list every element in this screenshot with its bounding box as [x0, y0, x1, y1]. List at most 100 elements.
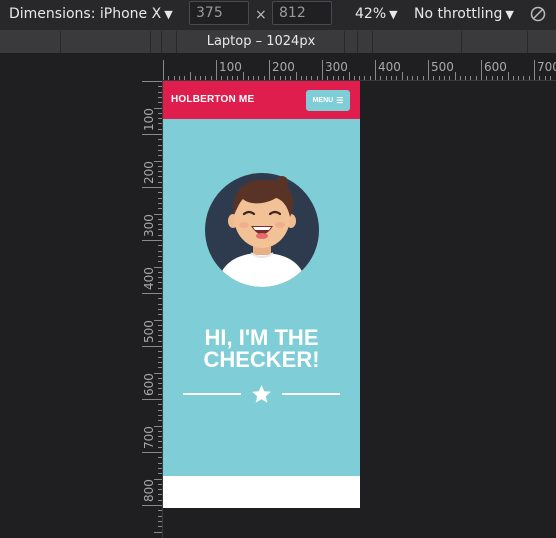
ruler-tick [158, 181, 162, 183]
ruler-tick [284, 76, 286, 80]
ruler-tick [237, 76, 239, 80]
ruler-tick [158, 208, 162, 210]
ruler-tick [412, 76, 414, 80]
media-query-bar: Laptop – 1024px [0, 31, 556, 53]
ruler-tick [343, 76, 345, 80]
ruler-tick [200, 76, 202, 80]
ruler-label: 600 [484, 60, 507, 74]
ruler-tick [454, 72, 456, 80]
ruler-tick [158, 441, 162, 443]
ruler-tick [142, 505, 162, 506]
ruler-tick [158, 303, 162, 305]
star-icon [252, 385, 271, 403]
ruler-tick [221, 76, 223, 80]
ruler-tick [158, 489, 162, 491]
device-toolbar: Dimensions: iPhone X ▼ 375 × 812 42% ▼ No … [0, 0, 556, 31]
ruler-tick [205, 76, 207, 80]
ruler-tick [327, 76, 329, 80]
horizontal-ruler: 100 200 300 400 500 600 700 [162, 58, 556, 81]
ruler-tick [364, 76, 366, 80]
ruler-tick [216, 60, 217, 80]
media-query-segment[interactable] [358, 31, 373, 53]
ruler-tick [158, 271, 162, 273]
disable-icon[interactable] [530, 6, 546, 22]
ruler-tick [158, 430, 162, 432]
media-query-segment[interactable] [345, 31, 358, 53]
ruler-tick [178, 76, 180, 80]
ruler-tick [528, 76, 530, 80]
ruler-tick [158, 330, 162, 332]
site-header: HOLBERTON ME MENU ☰ [163, 81, 360, 119]
ruler-tick [158, 420, 162, 422]
height-input[interactable]: 812 [272, 1, 332, 25]
ruler-label: 700 [142, 426, 156, 449]
media-query-segment[interactable] [373, 31, 462, 53]
media-query-segment[interactable] [0, 31, 61, 53]
ruler-tick [158, 282, 162, 284]
ruler-tick [380, 76, 382, 80]
ruler-tick [158, 510, 162, 512]
ruler-tick [322, 60, 323, 80]
throttling-select[interactable]: No throttling ▼ [414, 6, 514, 22]
zoom-select[interactable]: 42% ▼ [355, 6, 398, 22]
ruler-tick [158, 123, 162, 125]
ruler-tick [486, 76, 488, 80]
times-icon: × [255, 7, 267, 23]
media-query-segment[interactable] [528, 31, 556, 53]
ruler-label: 700 [537, 60, 556, 74]
zoom-select-label: 42% [355, 6, 387, 22]
ruler-tick [158, 377, 162, 379]
menu-button[interactable]: MENU ☰ [306, 90, 350, 111]
ruler-tick [158, 234, 162, 236]
ruler-tick [449, 76, 451, 80]
ruler-tick [158, 356, 162, 358]
ruler-tick [465, 76, 467, 80]
media-query-segment[interactable] [162, 31, 177, 53]
ruler-tick [158, 128, 162, 130]
ruler-tick [158, 314, 162, 316]
hero-title-line: CHECKER! [203, 347, 320, 372]
device-viewport: HOLBERTON ME MENU ☰ HI, I'M THE CHECKER! [163, 81, 360, 508]
ruler-tick [290, 76, 292, 80]
throttling-select-label: No throttling [414, 6, 503, 22]
ruler-tick [173, 76, 175, 80]
ruler-tick [142, 187, 162, 188]
media-query-segment[interactable] [151, 31, 162, 53]
ruler-tick [158, 473, 162, 475]
device-select[interactable]: Dimensions: iPhone X ▼ [9, 6, 173, 22]
ruler-tick [158, 86, 162, 88]
ruler-label: 300 [142, 214, 156, 237]
ruler-tick [332, 76, 334, 80]
ruler-label: 200 [272, 60, 295, 74]
ruler-tick [158, 144, 162, 146]
ruler-tick [158, 112, 162, 114]
ruler-label: 500 [431, 60, 454, 74]
ruler-tick [142, 346, 162, 347]
ruler-tick [210, 76, 212, 80]
ruler-tick [438, 76, 440, 80]
ruler-tick [158, 383, 162, 385]
ruler-tick [158, 436, 162, 438]
ruler-label: 400 [142, 267, 156, 290]
ruler-tick [142, 452, 162, 453]
ruler-tick [158, 520, 162, 522]
media-query-segment[interactable] [462, 31, 528, 53]
ruler-tick [158, 155, 162, 157]
ruler-tick [158, 176, 162, 178]
ruler-tick [353, 76, 355, 80]
site-logo[interactable]: HOLBERTON ME [171, 94, 254, 105]
ruler-tick [158, 335, 162, 337]
ruler-tick [523, 76, 525, 80]
ruler-tick [507, 72, 509, 80]
ruler-tick [158, 526, 162, 528]
ruler-tick [496, 76, 498, 80]
media-query-segment[interactable] [61, 31, 151, 53]
ruler-tick [158, 102, 162, 104]
width-input[interactable]: 375 [189, 1, 249, 25]
ruler-label: 100 [219, 60, 242, 74]
ruler-tick [279, 76, 281, 80]
ruler-tick [158, 118, 162, 120]
ruler-tick [390, 76, 392, 80]
ruler-tick [158, 324, 162, 326]
ruler-label: 200 [142, 161, 156, 184]
